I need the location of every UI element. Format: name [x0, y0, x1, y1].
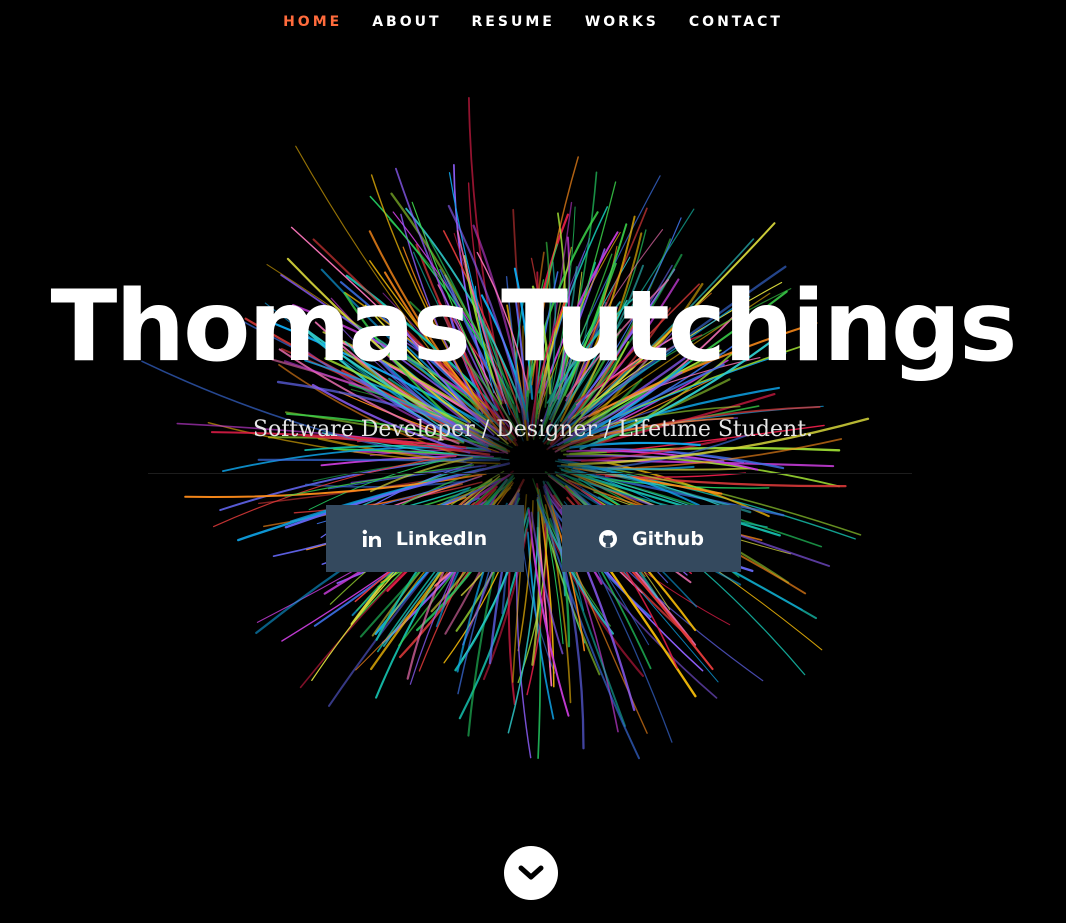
- scroll-down-button[interactable]: [504, 846, 558, 900]
- github-label: Github: [632, 527, 704, 550]
- github-icon: [598, 529, 618, 549]
- hero-divider: [148, 473, 912, 474]
- hero-subtitle: Software Developer / Designer / Lifetime…: [252, 417, 814, 442]
- linkedin-button[interactable]: LinkedIn: [325, 505, 524, 572]
- particle-burst-background: [141, 97, 870, 760]
- social-links: LinkedIn Github: [0, 505, 1066, 572]
- github-button[interactable]: Github: [561, 505, 741, 572]
- linkedin-icon: [362, 529, 382, 549]
- hero-title: Thomas Tutchings: [50, 270, 1017, 384]
- chevron-down-icon: [518, 864, 544, 882]
- linkedin-label: LinkedIn: [395, 527, 488, 550]
